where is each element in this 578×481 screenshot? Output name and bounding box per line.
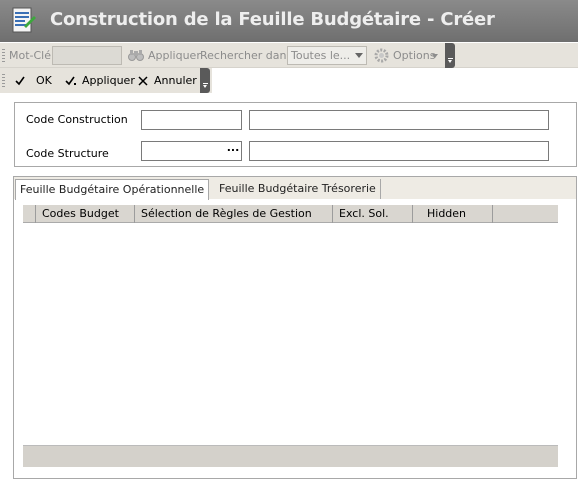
code-structure-input[interactable]: ... <box>141 141 242 161</box>
action-toolbar: OK Appliquer Annuler <box>0 68 212 93</box>
grid-footer <box>23 445 558 467</box>
cancel-button[interactable]: Annuler <box>154 74 197 87</box>
code-structure-description[interactable] <box>249 141 549 161</box>
code-construction-description[interactable] <box>249 110 549 130</box>
search-in-label: Rechercher dans <box>200 49 293 62</box>
tabs-panel: Feuille Budgétaire Opérationnelle Feuill… <box>13 176 577 479</box>
grid-header: Codes Budget Sélection de Règles de Gest… <box>23 205 558 223</box>
apply-button[interactable]: Appliquer <box>82 74 135 87</box>
code-construction-label: Code Construction <box>26 113 128 126</box>
header-form: Code Construction Code Structure ... <box>14 102 577 167</box>
search-in-select[interactable]: Toutes le... <box>287 46 367 65</box>
apply-search-button[interactable]: Appliquer <box>148 49 201 62</box>
tab-operational-budget-sheet[interactable]: Feuille Budgétaire Opérationnelle <box>15 179 210 200</box>
row-selector-header <box>23 205 36 223</box>
code-structure-label: Code Structure <box>26 147 109 160</box>
tab-strip: Feuille Budgétaire Opérationnelle Feuill… <box>14 177 576 200</box>
code-construction-input[interactable] <box>141 110 242 130</box>
toolbar-grip[interactable] <box>2 49 5 63</box>
column-header-hidden[interactable]: Hidden <box>413 205 493 223</box>
check-apply-icon <box>65 76 76 86</box>
binoculars-icon[interactable] <box>128 48 144 62</box>
tab-treasury-budget-sheet[interactable]: Feuille Budgétaire Trésorerie <box>215 179 381 199</box>
ok-button[interactable]: OK <box>36 74 52 87</box>
toolbar-row-background <box>212 68 578 93</box>
check-icon <box>15 76 25 86</box>
search-toolbar: Mot-Clé Appliquer Rechercher dans Toutes… <box>0 43 578 68</box>
title-bar: Construction de la Feuille Budgétaire - … <box>0 0 578 42</box>
lookup-button[interactable]: ... <box>225 142 241 160</box>
keyword-input[interactable] <box>52 46 122 65</box>
search-in-value: Toutes le... <box>291 49 351 62</box>
budget-sheet-icon <box>12 7 36 33</box>
toolbar-overflow-button[interactable] <box>445 43 455 68</box>
chevron-down-icon <box>355 53 363 58</box>
column-header-management-rules[interactable]: Sélection de Règles de Gestion <box>135 205 333 223</box>
options-menu[interactable]: Options <box>393 49 435 62</box>
column-header-codes-budget[interactable]: Codes Budget <box>36 205 135 223</box>
toolbar-grip[interactable] <box>2 74 5 88</box>
close-icon <box>138 76 148 86</box>
window-title: Construction de la Feuille Budgétaire - … <box>50 9 495 30</box>
column-header-excl-sol[interactable]: Excl. Sol. <box>333 205 413 223</box>
gear-icon <box>374 48 389 63</box>
keyword-label: Mot-Clé <box>9 49 52 62</box>
toolbar-overflow-button[interactable] <box>200 68 210 93</box>
options-chevron-icon <box>432 54 438 58</box>
